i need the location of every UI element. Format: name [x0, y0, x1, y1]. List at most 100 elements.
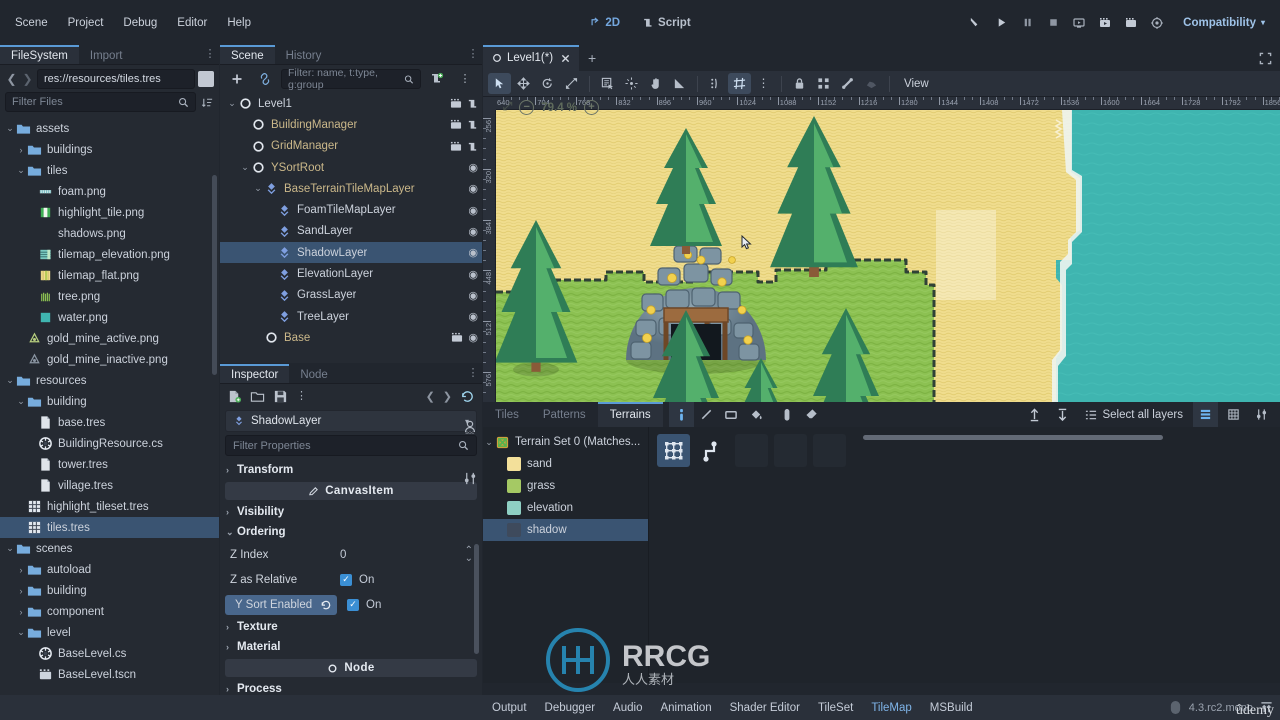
bottom-dock-output[interactable]: Output [483, 695, 536, 720]
tab-tiles[interactable]: Tiles [483, 402, 531, 427]
scene-instance-icon[interactable] [450, 119, 462, 130]
chevron-down-icon[interactable]: ⌄ [15, 396, 27, 407]
bottom-dock-items[interactable]: Output Debugger Audio Animation Shader Edito… [483, 695, 982, 720]
object-tools-icon[interactable] [463, 471, 478, 489]
menu-debug[interactable]: Debug [114, 13, 166, 33]
prop-value[interactable]: ✓ On [330, 573, 482, 586]
fs-file-row[interactable]: gold_mine_active.png [0, 328, 219, 349]
tab-patterns[interactable]: Patterns [531, 402, 598, 427]
settings-icon[interactable] [1249, 402, 1274, 427]
bottom-dock-tileset[interactable]: TileSet [809, 695, 862, 720]
menu-editor[interactable]: Editor [168, 13, 216, 33]
inspector-forward-icon[interactable]: ❯ [443, 390, 452, 403]
chevron-down-icon[interactable]: ⌄ [4, 123, 16, 134]
fs-folder-row[interactable]: ⌄ tiles [0, 160, 219, 181]
filter-properties-input[interactable]: Filter Properties [225, 435, 477, 456]
scene-node-elevationlayer[interactable]: ElevationLayer ◉ [220, 263, 482, 284]
inspector-banner-node[interactable]: Node [225, 659, 477, 677]
grid-view-icon[interactable] [1221, 402, 1246, 427]
scene-node-treelayer[interactable]: TreeLayer ◉ [220, 306, 482, 327]
lock-icon[interactable] [788, 73, 811, 94]
terrain-row-shadow[interactable]: shadow [483, 519, 648, 541]
scene-node-level1[interactable]: ⌄ Level1 [220, 93, 482, 114]
visibility-toggle-icon[interactable]: ◉ [468, 204, 478, 217]
scene-node-gridmanager[interactable]: GridManager [220, 136, 482, 157]
fs-file-row[interactable]: tiles.tres [0, 517, 219, 538]
distraction-free-mode-icon[interactable] [1259, 45, 1280, 71]
scene-filter-input[interactable]: Filter: name, t:type, g:group [281, 67, 421, 91]
chevron-right-icon[interactable]: › [15, 565, 27, 575]
tab-scene[interactable]: Scene [220, 45, 275, 64]
inspector-prop-z-as-relative[interactable]: Z as Relative ✓ On [220, 567, 482, 592]
bucket-tool-icon[interactable] [744, 402, 769, 427]
fs-folder-row[interactable]: ⌄ assets [0, 118, 219, 139]
chevron-down-icon[interactable]: ⌄ [483, 437, 495, 448]
scene-node-sandlayer[interactable]: SandLayer ◉ [220, 221, 482, 242]
terrain-row-sand[interactable]: sand [483, 453, 648, 475]
view-menu-button[interactable]: View [896, 75, 937, 93]
inspector-prop-z-index[interactable]: Z Index 0 ⌃ ⌄ [220, 542, 482, 567]
tab-history[interactable]: History [275, 45, 333, 64]
highlight-above-icon[interactable] [1022, 402, 1047, 427]
chevron-right-icon[interactable]: › [15, 145, 27, 155]
current-path[interactable]: res://resources/tiles.tres [37, 68, 195, 89]
checkbox-icon[interactable]: ✓ [347, 598, 359, 611]
terrain-mode-palette[interactable] [649, 427, 1280, 683]
zoom-in-button[interactable]: + [584, 100, 600, 115]
script-icon[interactable] [467, 141, 478, 152]
bottom-dock-debugger[interactable]: Debugger [536, 695, 605, 720]
fs-folder-row[interactable]: › building [0, 580, 219, 601]
script-icon[interactable] [467, 119, 478, 130]
bottom-dock-msbuild[interactable]: MSBuild [921, 695, 982, 720]
scene-options-icon[interactable]: ⋮ [453, 67, 477, 91]
play-current-icon[interactable] [1067, 11, 1091, 35]
bone-icon[interactable] [836, 73, 859, 94]
new-resource-icon[interactable] [227, 389, 242, 404]
paint-tool-icon[interactable] [668, 402, 694, 427]
list-select-icon[interactable] [596, 73, 619, 94]
fs-folder-row[interactable]: ⌄ level [0, 622, 219, 643]
line-tool-icon[interactable] [694, 402, 719, 427]
inspector-prop-y-sort-enabled[interactable]: Y Sort Enabled ✓ On [220, 592, 482, 617]
bottom-dock-tilemap[interactable]: TileMap [862, 695, 920, 720]
grid-snap-icon[interactable] [728, 73, 751, 94]
scene-instance-icon[interactable] [451, 332, 463, 343]
fs-file-row[interactable]: BaseLevel.tscn [0, 664, 219, 685]
revert-icon[interactable] [320, 599, 332, 611]
chevron-down-icon[interactable]: ⌄ [239, 162, 251, 173]
inspector-menu-icon[interactable]: ⋮ [464, 364, 482, 383]
toggle-split-mode-button[interactable] [198, 70, 214, 87]
inspector-properties[interactable]: › Transform CanvasItem › Visibility ⌄ Ordering… [220, 460, 482, 719]
fs-file-row[interactable]: tower.tres [0, 454, 219, 475]
select-all-layers-button[interactable]: Select all layers [1078, 406, 1190, 424]
expand-bottom-panel-icon[interactable] [1260, 701, 1273, 714]
scene-node-shadowlayer[interactable]: ShadowLayer ◉ [220, 242, 482, 264]
play-icon[interactable] [989, 11, 1013, 35]
path-mode-icon[interactable] [696, 434, 729, 467]
smart-snap-icon[interactable] [704, 73, 727, 94]
fs-file-row[interactable]: highlight_tile.png [0, 202, 219, 223]
visibility-toggle-icon[interactable]: ◉ [468, 310, 478, 323]
snap-options-icon[interactable]: ⋮ [752, 73, 775, 94]
fs-file-row[interactable]: highlight_tileset.tres [0, 496, 219, 517]
chevron-down-icon[interactable]: ⌄ [252, 183, 264, 194]
visibility-toggle-icon[interactable]: ◉ [468, 182, 478, 195]
eraser-tool-icon[interactable] [800, 402, 825, 427]
close-icon[interactable] [561, 54, 570, 63]
visibility-toggle-icon[interactable]: ◉ [468, 289, 478, 302]
fs-file-row[interactable]: BaseLevel.cs [0, 643, 219, 664]
visibility-toggle-icon[interactable]: ◉ [468, 268, 478, 281]
terrain-set-row[interactable]: ⌄ Terrain Set 0 (Matches... [483, 431, 648, 453]
stop-icon[interactable] [1041, 11, 1065, 35]
inspector-category-transform[interactable]: › Transform [220, 460, 482, 480]
fs-file-row[interactable]: gold_mine_inactive.png [0, 349, 219, 370]
menu-scene[interactable]: Scene [6, 13, 57, 33]
fs-folder-row[interactable]: ⌄ building [0, 391, 219, 412]
fs-folder-row[interactable]: › component [0, 601, 219, 622]
fs-folder-row[interactable]: ⌄ scenes [0, 538, 219, 559]
skeleton-icon[interactable] [860, 73, 883, 94]
chevron-down-icon[interactable]: ⌄ [4, 543, 16, 554]
mode-2d-button[interactable]: 2D [580, 13, 629, 33]
checkbox-icon[interactable]: ✓ [340, 573, 352, 586]
inspector-back-icon[interactable]: ❮ [426, 390, 435, 403]
